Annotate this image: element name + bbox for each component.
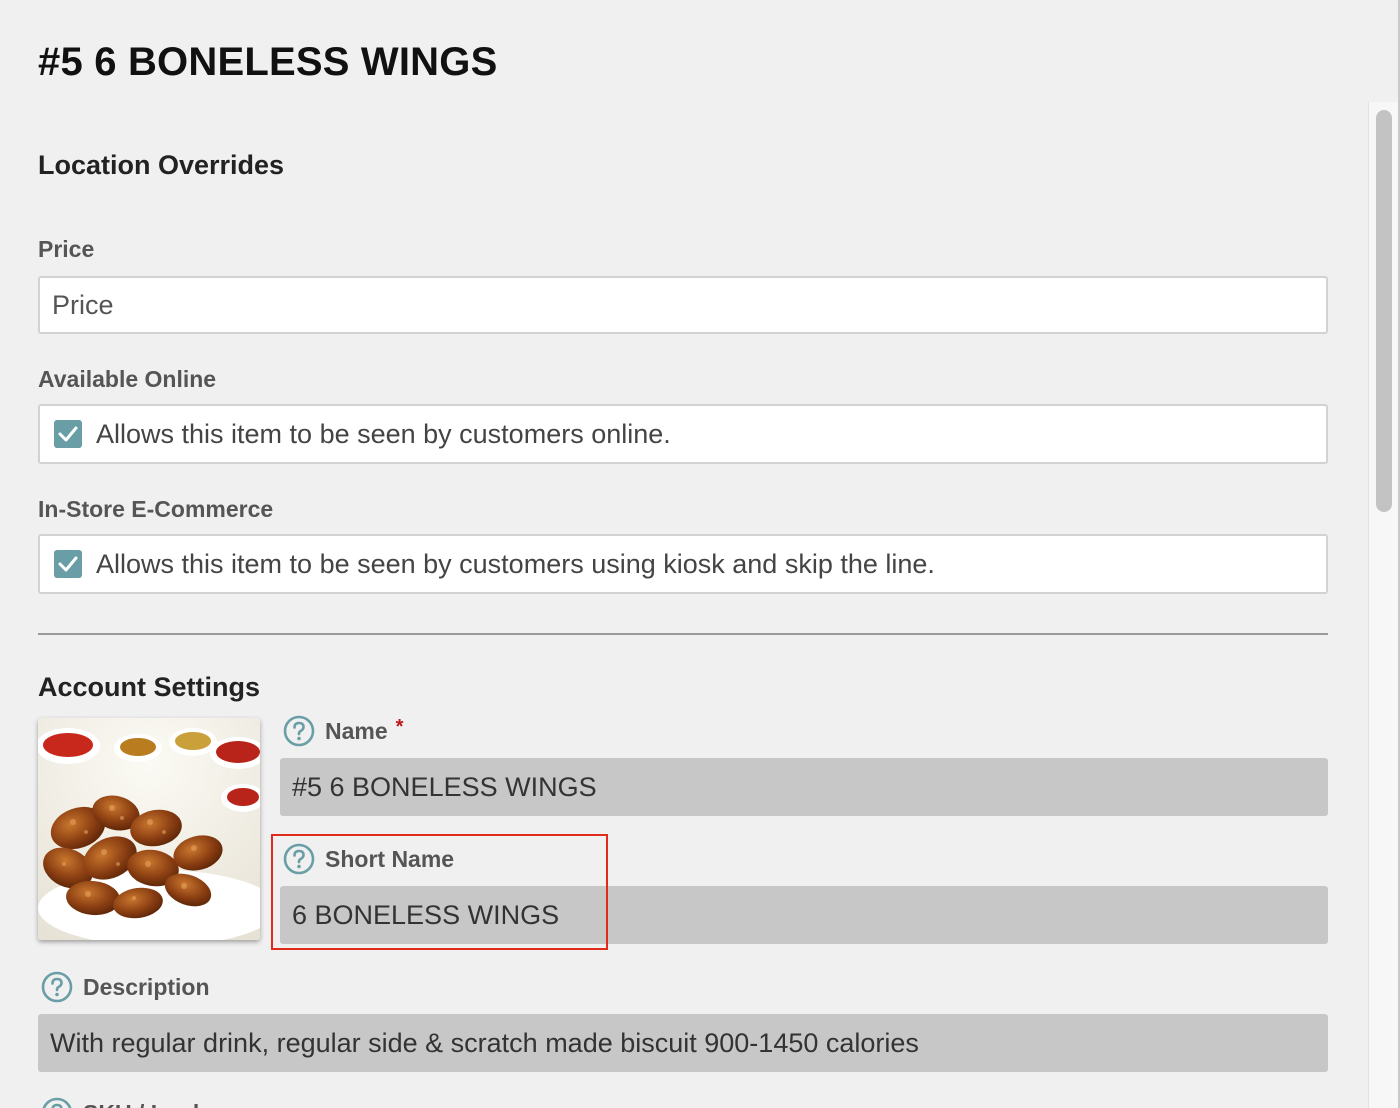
in-store-ecommerce-row: Allows this item to be seen by customers… xyxy=(38,534,1328,594)
checkmark-icon xyxy=(58,556,78,572)
item-photo[interactable] xyxy=(38,718,260,940)
sku-label: SKU / Lookup xyxy=(83,1100,234,1108)
section-divider xyxy=(38,633,1328,635)
short-name-label: Short Name xyxy=(325,845,455,872)
page-title: #5 6 BONELESS WINGS xyxy=(38,40,498,84)
account-settings-heading: Account Settings xyxy=(38,672,261,702)
name-label-group: Name * xyxy=(283,715,403,747)
item-edit-page: #5 6 BONELESS WINGS Location Overrides P… xyxy=(0,0,1400,1108)
available-online-label: Available Online xyxy=(38,366,217,392)
short-name-label-group: Short Name xyxy=(283,843,454,875)
scrollbar-thumb[interactable] xyxy=(1376,110,1392,512)
in-store-ecommerce-text: Allows this item to be seen by customers… xyxy=(96,548,935,579)
description-label: Description xyxy=(83,973,210,1000)
short-name-input[interactable] xyxy=(280,886,1328,944)
question-circle-icon[interactable] xyxy=(283,843,315,875)
question-circle-icon[interactable] xyxy=(41,971,73,1003)
name-input[interactable] xyxy=(280,758,1328,816)
name-label: Name xyxy=(325,717,388,744)
price-label: Price xyxy=(38,236,95,262)
checkmark-icon xyxy=(58,426,78,442)
description-input[interactable] xyxy=(38,1014,1328,1072)
question-circle-icon[interactable] xyxy=(41,1097,73,1108)
available-online-checkbox[interactable] xyxy=(54,420,82,448)
sku-label-group: SKU / Lookup xyxy=(41,1097,234,1108)
price-input[interactable] xyxy=(38,276,1328,334)
available-online-row: Allows this item to be seen by customers… xyxy=(38,404,1328,464)
in-store-ecommerce-label: In-Store E-Commerce xyxy=(38,496,274,522)
description-label-group: Description xyxy=(41,971,210,1003)
in-store-ecommerce-checkbox[interactable] xyxy=(54,550,82,578)
available-online-text: Allows this item to be seen by customers… xyxy=(96,418,671,449)
location-overrides-heading: Location Overrides xyxy=(38,150,285,180)
question-circle-icon[interactable] xyxy=(283,715,315,747)
required-asterisk: * xyxy=(395,715,404,738)
boneless-wings-photo xyxy=(38,718,260,940)
